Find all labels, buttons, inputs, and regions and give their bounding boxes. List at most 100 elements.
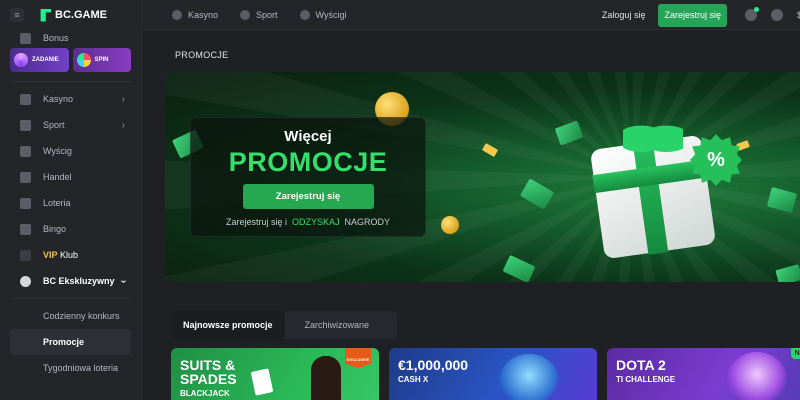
racing-icon [20,145,31,157]
banner-title: PROMOCJE [228,147,388,177]
sidebar-item-sport[interactable]: Sport › [0,112,141,138]
menu-toggle-icon[interactable]: ≡ [10,8,24,22]
cash-icon [775,264,800,282]
gift-icon [20,32,31,44]
sidebar-item-label: Sport [43,120,65,130]
cash-icon [519,178,555,210]
vip-club-label: Klub [60,250,79,260]
register-button[interactable]: Zarejestruj się [658,3,727,27]
vip-label: VIP [43,250,58,260]
banner-heading: Więcej [284,128,332,145]
ticket-icon [20,197,31,209]
cash-icon [554,120,584,146]
caption-text: Zarejestruj się i [225,217,287,227]
sidebar-item-label: BC Ekskluzywny [43,276,115,286]
card-subtitle: TI CHALLENGE [616,375,676,384]
sidebar-subitem-label: Codzienny konkurs [43,311,120,321]
sidebar-item-bonus[interactable]: Bonus [0,30,141,46]
sidebar-subitem-label: Promocje [43,337,85,347]
promo-banner: % Więcej PROMOCJE Zarejestruj się Zareje… [165,72,800,282]
sidebar: ≡ BC.GAME Bonus ZADANIE SPIN Kasyno › Sp… [0,0,142,400]
logo-mark-icon [40,8,51,22]
sidebar-item-bc-exclusive[interactable]: BC Ekskluzywny › [0,268,141,294]
divider [10,298,131,299]
new-badge: NEW [790,348,800,359]
logo-text: BC.GAME [55,9,107,21]
nav-racing[interactable]: Wyścigi [299,9,347,20]
promo-card-dota2[interactable]: DOTA 2 TI CHALLENGE NEW [607,348,800,400]
sidebar-item-casino[interactable]: Kasyno › [0,86,141,112]
promo-cards: SUITS & SPADES BLACKJACK EXCLUSIVE €1,00… [171,348,800,400]
task-tile[interactable]: ZADANIE [10,48,69,72]
card-title: SUITS & SPADES [180,358,237,386]
sidebar-item-label: Handel [43,172,72,182]
casino-icon [20,93,31,105]
card-subtitle: CASH X [398,375,429,384]
tab-latest-promotions[interactable]: Najnowsze promocje [171,311,285,339]
hero-icon [727,352,787,400]
coin-icon [441,216,459,234]
card-title: DOTA 2 [616,357,666,373]
sport-icon [240,9,251,20]
chevron-down-icon: › [117,279,129,283]
chat-icon[interactable] [744,7,759,21]
card-title-line: SPADES [180,371,237,387]
sidebar-header: ≡ BC.GAME [0,0,141,30]
sidebar-item-label: Kasyno [43,94,74,104]
exclusive-badge: EXCLUSIVE [345,348,371,368]
banner-register-button[interactable]: Zarejestruj się [242,184,374,209]
card-title: €1,000,000 [398,357,469,373]
divider [10,81,131,82]
chevron-right-icon: › [121,93,125,105]
sidebar-subitem-label: Tygodniowa loteria [43,363,119,373]
sidebar-item-vip-club[interactable]: VIP Klub [0,242,141,268]
sidebar-subitem-daily-contest[interactable]: Codzienny konkurs [0,303,141,329]
chart-icon [20,171,31,183]
top-actions: Zaloguj się Zarejestruj się $ [602,0,800,30]
globe-icon[interactable] [770,9,783,21]
dealer-icon [311,356,341,400]
sidebar-item-label: Bingo [43,224,67,234]
banner-card: Więcej PROMOCJE Zarejestruj się Zarejest… [190,117,426,237]
sidebar-subitem-weekly-lottery[interactable]: Tygodniowa loteria [0,355,141,381]
login-link[interactable]: Zaloguj się [602,10,646,20]
nav-label: Sport [256,9,278,20]
sidebar-subitem-promotions[interactable]: Promocje [10,329,131,355]
sidebar-item-bingo[interactable]: Bingo [0,216,141,242]
top-bar: Kasyno Sport Wyścigi Zaloguj się Zarejes… [142,0,800,30]
crown-icon [20,249,31,261]
wheel-icon [76,53,91,67]
sidebar-item-label: Wyścig [43,146,72,156]
sidebar-item-racing[interactable]: Wyścig [0,138,141,164]
playing-card-icon [250,368,274,396]
sidebar-item-label: Loteria [43,198,71,208]
logo[interactable]: BC.GAME [38,8,107,22]
sidebar-promo-tiles: ZADANIE SPIN [0,48,141,72]
exclusive-icon [20,275,31,287]
sidebar-item-trading[interactable]: Handel [0,164,141,190]
nav-label: Wyścigi [315,9,347,20]
task-tile-label: ZADANIE [32,57,59,63]
nav-label: Kasyno [188,9,219,20]
cash-icon [502,254,536,282]
caption-text: NAGRODY [344,217,391,227]
sidebar-item-lottery[interactable]: Loteria [0,190,141,216]
nav-sport[interactable]: Sport [240,9,278,20]
promo-card-cash-x[interactable]: €1,000,000 CASH X [389,348,597,400]
sport-icon [20,119,31,131]
promo-card-suits-spades[interactable]: SUITS & SPADES BLACKJACK EXCLUSIVE [171,348,379,400]
ticket-icon [481,143,499,157]
sidebar-item-label: Bonus [43,33,69,43]
spin-tile[interactable]: SPIN [72,48,131,72]
promo-tabs: Najnowsze promocje Zarchiwizowane [171,311,398,339]
card-subtitle: BLACKJACK [180,389,230,398]
nav-casino[interactable]: Kasyno [172,9,219,20]
spin-tile-label: SPIN [94,57,109,63]
task-icon [14,53,28,67]
app-root: ≡ BC.GAME Bonus ZADANIE SPIN Kasyno › Sp… [0,0,800,400]
caption-highlight: ODZYSKAJ [292,217,340,227]
tab-archived[interactable]: Zarchiwizowane [285,311,398,339]
page-title: PROMOCJE [175,50,229,60]
gift-bow-icon [623,116,683,154]
banner-caption: Zarejestruj się i ODZYSKAJ NAGRODY [191,217,425,227]
